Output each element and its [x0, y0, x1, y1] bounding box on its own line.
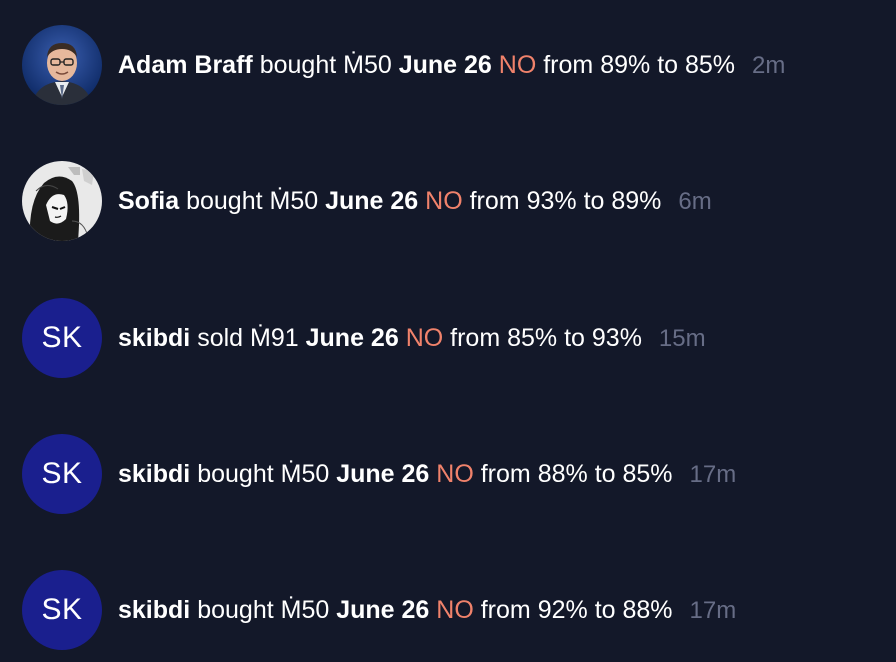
currency-symbol: Ṁ [280, 459, 302, 488]
feed-item: SK skibdi bought Ṁ50 June 26 NO from 92%… [22, 570, 882, 650]
amount-value: 50 [363, 50, 392, 79]
avatar[interactable] [22, 161, 102, 241]
action-label: bought [259, 50, 337, 79]
avatar[interactable]: SK [22, 298, 102, 378]
outcome-label: NO [436, 595, 474, 624]
to-label: to [657, 50, 679, 79]
contract-link[interactable]: June 26 [336, 460, 429, 488]
to-prob: 85% [622, 459, 673, 488]
from-prob: 85% [507, 323, 558, 352]
from-label: from [480, 459, 531, 488]
outcome-label: NO [425, 186, 463, 215]
to-label: to [594, 459, 616, 488]
feed-item: SK skibdi sold Ṁ91 June 26 NO from 85% t… [22, 298, 882, 378]
contract-link[interactable]: June 26 [306, 324, 399, 352]
timestamp: 17m [689, 596, 737, 624]
feed-item-text: skibdi bought Ṁ50 June 26 NO from 88% to… [118, 459, 736, 490]
user-drawing-icon [22, 161, 102, 241]
from-label: from [450, 323, 501, 352]
trade-feed: Adam Braff bought Ṁ50 June 26 NO from 89… [0, 0, 896, 662]
timestamp: 6m [678, 187, 712, 215]
action-label: bought [197, 459, 274, 488]
contract-link[interactable]: June 26 [399, 51, 492, 79]
to-prob: 93% [591, 323, 642, 352]
to-prob: 85% [685, 50, 736, 79]
currency-symbol: Ṁ [280, 595, 302, 624]
action-label: bought [197, 595, 274, 624]
username-link[interactable]: skibdi [118, 460, 190, 488]
timestamp: 15m [658, 324, 706, 352]
outcome-label: NO [405, 323, 444, 352]
username-link[interactable]: skibdi [118, 324, 190, 352]
avatar-initials: SK [41, 457, 83, 490]
amount-value: 50 [301, 459, 330, 488]
amount-value: 50 [301, 595, 330, 624]
avatar-initials: SK [41, 593, 83, 626]
contract-link[interactable]: June 26 [325, 187, 418, 215]
action-label: bought [186, 186, 263, 215]
action-label: sold [197, 323, 244, 352]
avatar-initials: SK [41, 321, 83, 354]
from-label: from [469, 186, 520, 215]
feed-item: Sofia bought Ṁ50 June 26 NO from 93% to … [22, 161, 882, 241]
feed-item: SK skibdi bought Ṁ50 June 26 NO from 88%… [22, 434, 882, 514]
from-prob: 88% [537, 459, 588, 488]
avatar[interactable]: SK [22, 434, 102, 514]
username-link[interactable]: skibdi [118, 596, 190, 624]
username-link[interactable]: Sofia [118, 187, 179, 215]
from-prob: 89% [600, 50, 651, 79]
currency-symbol: Ṁ [250, 323, 271, 352]
feed-item-text: skibdi sold Ṁ91 June 26 NO from 85% to 9… [118, 323, 706, 354]
username-link[interactable]: Adam Braff [118, 51, 253, 79]
outcome-label: NO [436, 459, 474, 488]
feed-item-text: skibdi bought Ṁ50 June 26 NO from 92% to… [118, 595, 736, 626]
to-label: to [583, 186, 605, 215]
user-photo-icon [22, 25, 102, 105]
to-prob: 88% [622, 595, 673, 624]
amount-value: 91 [270, 323, 299, 352]
feed-item-text: Adam Braff bought Ṁ50 June 26 NO from 89… [118, 50, 785, 81]
amount-value: 50 [290, 186, 319, 215]
feed-item: Adam Braff bought Ṁ50 June 26 NO from 89… [22, 25, 882, 105]
to-label: to [594, 595, 616, 624]
timestamp: 17m [689, 460, 737, 488]
avatar[interactable] [22, 25, 102, 105]
from-prob: 93% [526, 186, 577, 215]
timestamp: 2m [752, 51, 786, 79]
outcome-label: NO [498, 50, 537, 79]
currency-symbol: Ṁ [343, 50, 364, 79]
to-prob: 89% [611, 186, 662, 215]
to-label: to [564, 323, 585, 352]
from-prob: 92% [537, 595, 588, 624]
from-label: from [480, 595, 531, 624]
from-label: from [543, 50, 594, 79]
avatar[interactable]: SK [22, 570, 102, 650]
contract-link[interactable]: June 26 [336, 596, 429, 624]
feed-item-text: Sofia bought Ṁ50 June 26 NO from 93% to … [118, 186, 712, 217]
currency-symbol: Ṁ [269, 186, 291, 215]
